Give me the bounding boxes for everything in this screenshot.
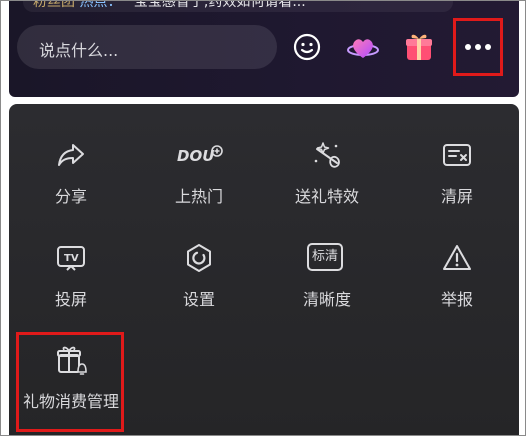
share-label: 分享 <box>54 187 87 206</box>
settings-button[interactable]: 设置 <box>137 242 261 332</box>
report-label: 举报 <box>440 290 473 309</box>
cast-button[interactable]: TV 投屏 <box>9 242 133 332</box>
smile-icon[interactable] <box>289 29 325 65</box>
dou-text: DOU <box>177 147 214 165</box>
gift-box-icon[interactable] <box>401 29 437 65</box>
ticker-tag-hot: 热点： <box>79 1 122 10</box>
live-bottom-bar: 粉丝团 热点： 宝宝感冒了,药效如何请看... 说点什么... <box>9 1 519 97</box>
ticker-tag: 粉丝团 <box>33 1 75 10</box>
screen-frame: 粉丝团 热点： 宝宝感冒了,药效如何请看... 说点什么... 分享 DOU 上… <box>0 0 526 436</box>
gift-effect-label: 送礼特效 <box>294 187 359 206</box>
heart-planet-icon[interactable] <box>345 29 381 65</box>
resolution-button[interactable]: 标清 清晰度 <box>265 242 389 332</box>
report-icon <box>443 245 471 270</box>
cast-label: 投屏 <box>54 290 87 309</box>
settings-label: 设置 <box>182 290 215 309</box>
ticker-text: 宝宝感冒了,药效如何请看... <box>133 1 306 10</box>
resolution-label: 清晰度 <box>302 290 351 309</box>
share-icon <box>58 144 84 166</box>
clear-screen-icon <box>443 144 471 166</box>
more-dots-icon <box>465 44 491 50</box>
gift-effect-button[interactable]: 送礼特效 <box>265 139 389 229</box>
tv-cast-icon: TV <box>57 246 85 271</box>
resolution-badge: 标清 <box>311 249 338 264</box>
clear-screen-label: 清屏 <box>440 187 473 206</box>
comment-placeholder: 说点什么... <box>39 41 119 60</box>
share-button[interactable]: 分享 <box>9 139 133 229</box>
dou-plus-icon: DOU <box>177 145 223 165</box>
highlight-box <box>16 332 124 432</box>
boost-button[interactable]: DOU 上热门 <box>137 139 261 229</box>
settings-icon <box>187 244 211 272</box>
resolution-icon: 标清 <box>307 243 343 271</box>
more-options-button[interactable] <box>453 18 503 76</box>
clear-screen-button[interactable]: 清屏 <box>395 139 519 229</box>
report-button[interactable]: 举报 <box>395 242 519 332</box>
boost-label: 上热门 <box>174 187 223 206</box>
comment-input[interactable]: 说点什么... <box>17 25 277 69</box>
svg-text:TV: TV <box>64 253 79 264</box>
ticker-banner[interactable]: 粉丝团 热点： 宝宝感冒了,药效如何请看... <box>23 1 453 12</box>
gift-effect-icon <box>314 142 340 168</box>
